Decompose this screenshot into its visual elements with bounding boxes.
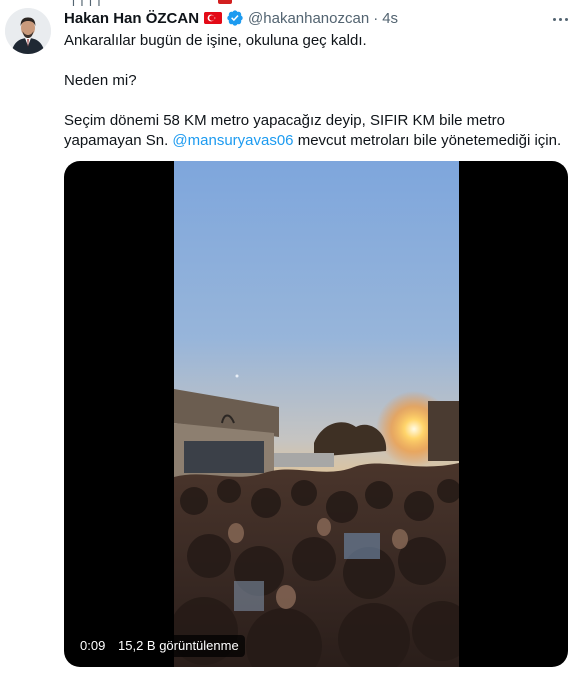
- tweet-header: Hakan Han ÖZCAN @hakanhanozcan · 4s: [64, 8, 398, 28]
- video-view-count: 15,2 B görüntülenme: [112, 635, 245, 657]
- video-duration: 0:09: [74, 635, 112, 657]
- tweet-text-line: Seçim dönemi 58 KM metro yapacağız deyip…: [64, 112, 506, 129]
- tweet-timestamp[interactable]: 4s: [382, 10, 398, 27]
- tweet-text-line: Neden mi?: [64, 72, 137, 89]
- tweet-text: Ankaralılar bugün de işine, okuluna geç …: [64, 31, 569, 151]
- previous-tweet-cut-off: ʃ ʃ ʃ ʃ: [0, 0, 580, 6]
- avatar[interactable]: [5, 8, 51, 54]
- user-handle[interactable]: @hakanhanozcan: [248, 10, 369, 27]
- mention-link[interactable]: @mansuryavas06: [172, 132, 293, 149]
- tweet-text-fragment: yapamayan Sn.: [64, 132, 173, 149]
- more-options-icon[interactable]: [549, 10, 571, 28]
- video-player[interactable]: 0:09 15,2 B görüntülenme: [64, 161, 568, 667]
- tweet-text-line: yapamayan Sn. @mansuryavas06 mevcut metr…: [64, 131, 569, 151]
- separator-dot: ·: [373, 9, 379, 27]
- turkey-flag-icon: [204, 12, 223, 24]
- verified-badge-icon[interactable]: [226, 9, 244, 27]
- tweet-text-fragment: mevcut metroları bile yönetemediği için.: [293, 132, 562, 149]
- tweet-text-line: Ankaralılar bugün de işine, okuluna geç …: [64, 32, 367, 49]
- display-name[interactable]: Hakan Han ÖZCAN: [64, 10, 199, 27]
- video-frame: [174, 161, 459, 667]
